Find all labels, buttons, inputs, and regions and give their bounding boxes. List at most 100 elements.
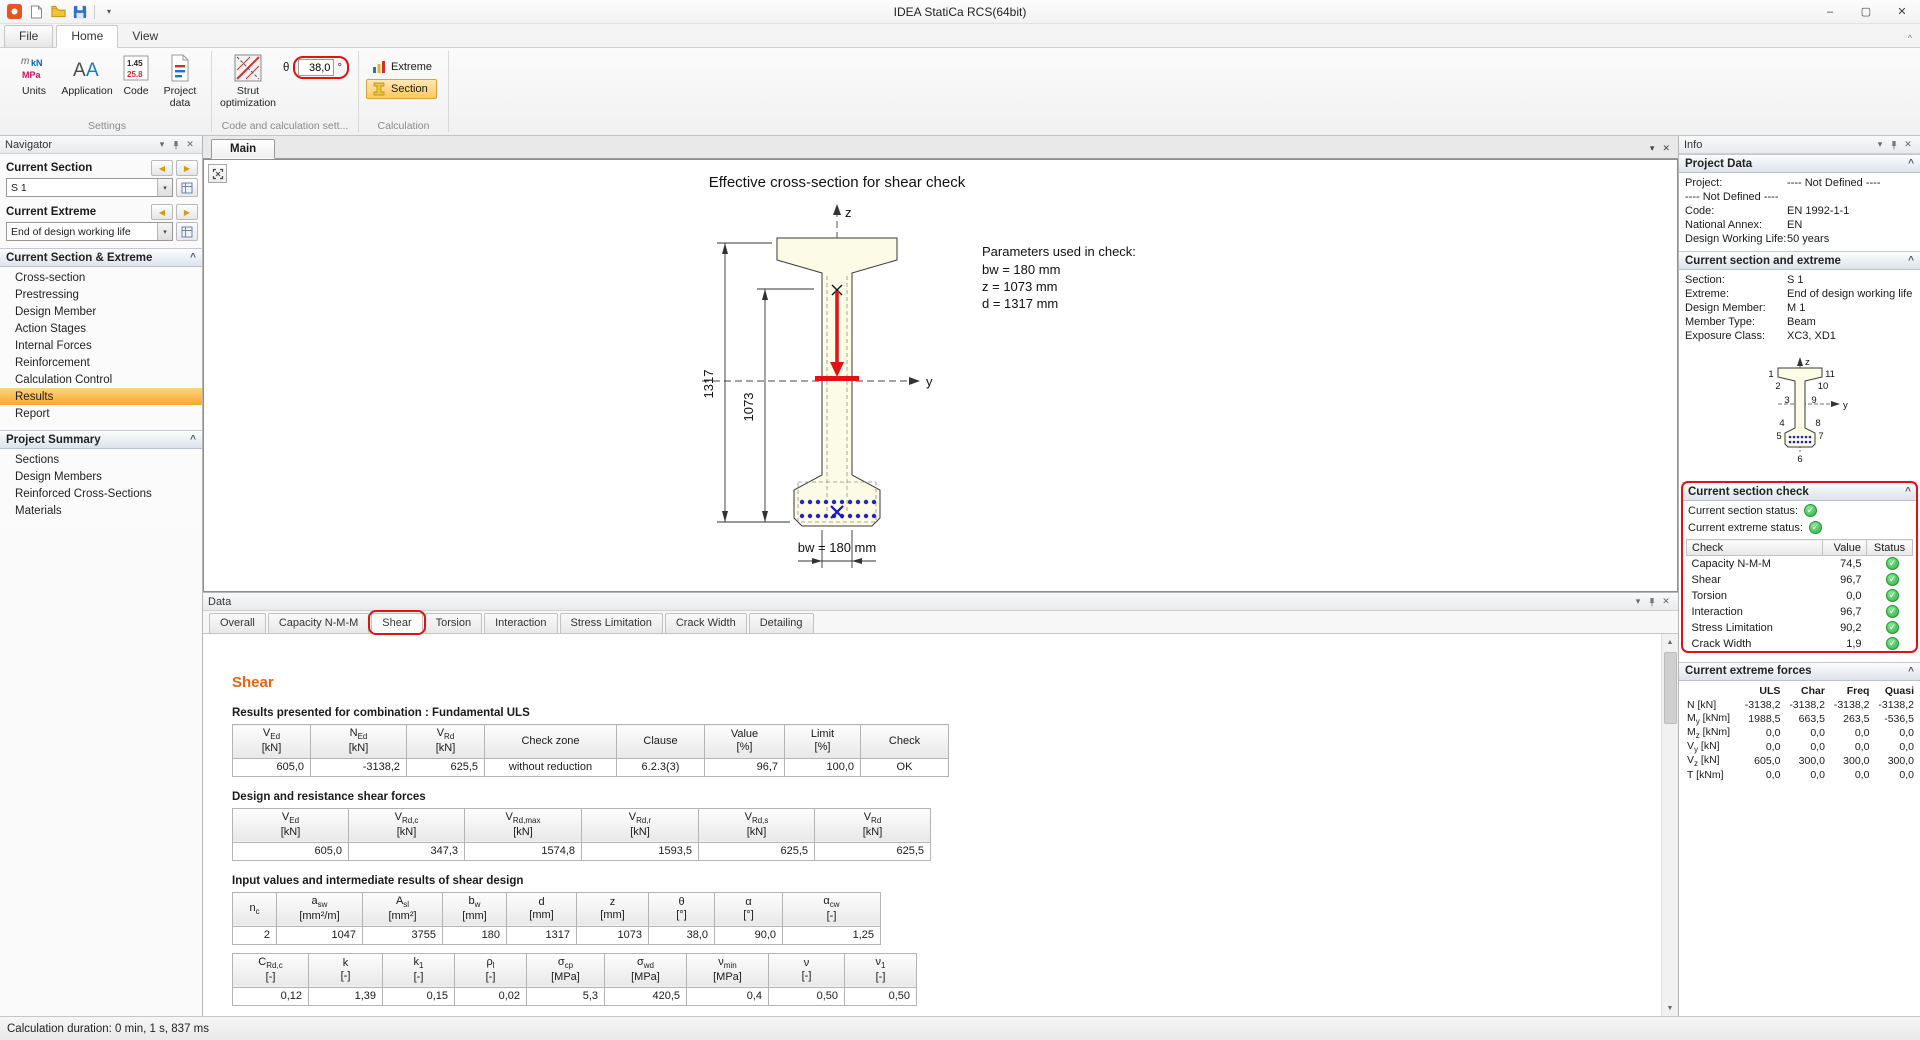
column-header: Quasi [1871,684,1916,698]
navigator-item-sections[interactable]: Sections [0,451,202,468]
scroll-down-icon[interactable]: ▼ [1662,1000,1678,1016]
navigator-item-results[interactable]: Results [0,388,202,405]
minimize-button[interactable]: – [1812,0,1848,23]
collapse-icon[interactable]: ^ [1905,486,1911,497]
code-button[interactable]: 1.4525.8 Code [116,50,156,100]
ribbon-tab-home[interactable]: Home [56,25,118,48]
data-tab-detailing[interactable]: Detailing [749,613,814,633]
tab-list-icon[interactable]: ▾ [1650,143,1655,154]
navigator-section-header-current-section-extreme[interactable]: Current Section & Extreme^ [0,248,202,267]
application-button[interactable]: AA Application [58,50,116,100]
section-button[interactable]: Section [366,79,437,99]
current-extreme-select[interactable]: End of design working life ▾ [6,222,173,241]
navigator-item-reinforced-cross-sections[interactable]: Reinforced Cross-Sections [0,485,202,502]
ribbon-group-code-settings: Strut optimization θ ° Code and calculat… [212,48,358,135]
new-file-icon[interactable] [26,2,46,21]
next-extreme-button[interactable]: ▶ [176,204,198,220]
extreme-button[interactable]: Extreme [366,57,441,77]
panel-menu-icon[interactable]: ▾ [1631,596,1645,607]
strut-optimization-button[interactable]: Strut optimization [219,50,277,112]
dropdown-caret-icon[interactable]: ▾ [157,179,172,196]
collapse-icon[interactable]: ^ [190,252,196,263]
results-heading: Shear [232,674,1654,691]
current-section-select[interactable]: S 1 ▾ [6,178,173,197]
close-panel-icon[interactable]: ✕ [1659,596,1673,607]
zoom-fit-button[interactable] [208,164,227,183]
collapse-icon[interactable]: ^ [1908,158,1914,169]
theta-angle-input[interactable] [298,59,334,76]
column-header: Char [1782,684,1827,698]
project-data-header[interactable]: Project Data ^ [1679,154,1920,173]
forces-value: -3138,2 [1738,698,1783,712]
pin-icon[interactable] [1887,140,1901,150]
project-data-button[interactable]: Project data [156,50,204,112]
info-label: Design Working Life: [1685,232,1787,246]
data-tab-torsion[interactable]: Torsion [425,613,482,633]
table-header-row: VEd[kN]VRd,c[kN]VRd,max[kN]VRd,r[kN]VRd,… [233,808,931,842]
table-cell: 1073 [577,926,649,944]
save-icon[interactable] [70,2,90,21]
svg-text:1.45: 1.45 [127,59,143,68]
vertex-number: 10 [1817,381,1828,392]
data-tab-stress-limitation[interactable]: Stress Limitation [560,613,663,633]
navigator-item-reinforcement[interactable]: Reinforcement [0,354,202,371]
ribbon-collapse-icon[interactable]: ^ [1908,33,1912,47]
current-section-extreme-header[interactable]: Current section and extreme ^ [1679,251,1920,270]
panel-menu-icon[interactable]: ▾ [1873,139,1887,150]
previous-extreme-button[interactable]: ◀ [151,204,173,220]
drawing-canvas[interactable]: Effective cross-section for shear check … [203,159,1678,592]
scroll-up-icon[interactable]: ▲ [1662,634,1678,650]
navigator-item-internal-forces[interactable]: Internal Forces [0,337,202,354]
navigator-section-header-project-summary[interactable]: Project Summary^ [0,430,202,449]
pin-icon[interactable] [169,140,183,150]
table-header-row: VEd[kN]NEd[kN]VRd[kN]Check zoneClauseVal… [233,725,949,759]
dropdown-caret-icon[interactable]: ▾ [157,223,172,240]
collapse-icon[interactable]: ^ [1908,255,1914,266]
mini-y-axis-label: y [1843,400,1848,411]
navigator-item-materials[interactable]: Materials [0,502,202,519]
data-tab-crack-width[interactable]: Crack Width [665,613,747,633]
panel-menu-icon[interactable]: ▾ [155,139,169,150]
rebar-dot [856,500,860,504]
next-section-button[interactable]: ▶ [176,160,198,176]
quick-access-dropdown-icon[interactable]: ▾ [99,2,119,21]
maximize-button[interactable]: ▢ [1848,0,1884,23]
navigator-item-cross-section[interactable]: Cross-section [0,269,202,286]
data-tab-interaction[interactable]: Interaction [484,613,557,633]
column-header: Check [1687,540,1823,556]
ribbon-tab-file[interactable]: File [4,25,53,47]
navigator-item-action-stages[interactable]: Action Stages [0,320,202,337]
section-manager-button[interactable] [176,178,198,197]
collapse-icon[interactable]: ^ [1908,666,1914,677]
scrollbar-thumb[interactable] [1664,652,1677,724]
units-button[interactable]: mkNMPa Units [10,50,58,100]
navigator-item-prestressing[interactable]: Prestressing [0,286,202,303]
pin-icon[interactable] [1645,597,1659,607]
data-tab-capacity-n-m-m[interactable]: Capacity N-M-M [268,613,369,633]
check-cell: 96,7 [1823,604,1867,620]
current-section-check-header[interactable]: Current section check ^ [1682,482,1917,501]
info-label: Section: [1685,273,1787,287]
close-panel-icon[interactable]: ✕ [183,139,197,150]
data-tab-overall[interactable]: Overall [209,613,266,633]
navigator-item-design-members[interactable]: Design Members [0,468,202,485]
forces-row-label: N [kN] [1685,698,1738,712]
close-tab-icon[interactable]: ✕ [1662,143,1670,154]
navigator-item-report[interactable]: Report [0,405,202,422]
open-file-icon[interactable] [48,2,68,21]
previous-section-button[interactable]: ◀ [151,160,173,176]
data-tab-shear[interactable]: Shear [371,613,422,634]
close-panel-icon[interactable]: ✕ [1901,139,1915,150]
current-extreme-forces-header[interactable]: Current extreme forces ^ [1679,662,1920,681]
navigator-item-design-member[interactable]: Design Member [0,303,202,320]
extreme-manager-button[interactable] [176,222,198,241]
ribbon-tab-view[interactable]: View [118,26,172,47]
column-header [1685,684,1738,698]
column-header: VRd,c[kN] [349,808,465,842]
main-tab[interactable]: Main [211,139,275,159]
collapse-icon[interactable]: ^ [190,434,196,445]
navigator-item-calculation-control[interactable]: Calculation Control [0,371,202,388]
forces-row-label: Vy [kN] [1685,740,1738,754]
close-button[interactable]: ✕ [1884,0,1920,23]
vertical-scrollbar[interactable]: ▲ ▼ [1661,634,1678,1016]
